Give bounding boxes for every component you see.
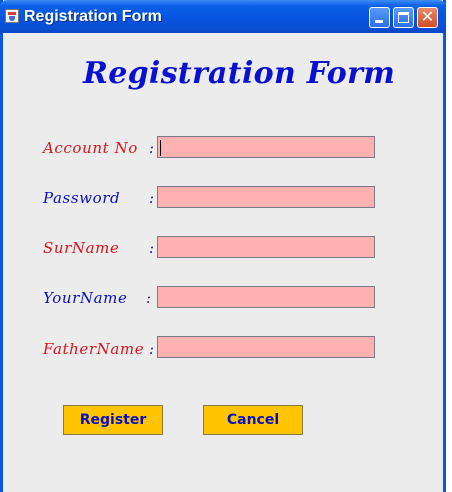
title-bar[interactable]: Registration Form ✕ — [0, 0, 446, 33]
account-no-colon: : — [149, 139, 155, 157]
account-no-field[interactable] — [157, 136, 375, 158]
cancel-button[interactable]: Cancel — [203, 405, 303, 435]
password-field[interactable] — [157, 186, 375, 208]
text-caret — [160, 140, 161, 156]
maximize-button[interactable] — [393, 7, 414, 28]
yourname-label: YourName — [43, 289, 128, 307]
surname-colon: : — [149, 239, 155, 257]
java-cup-icon[interactable] — [5, 9, 19, 23]
minimize-icon — [375, 20, 383, 23]
password-colon: : — [149, 189, 155, 207]
fathername-label: FatherName — [43, 340, 145, 358]
window-title: Registration Form — [24, 8, 162, 25]
fathername-colon: : — [149, 340, 155, 358]
yourname-field[interactable] — [157, 286, 375, 308]
registration-window: Registration Form ✕ Registration Form Ac… — [0, 0, 446, 492]
yourname-colon: : — [146, 289, 152, 307]
close-button[interactable]: ✕ — [417, 7, 438, 28]
form-heading: Registration Form — [83, 56, 396, 91]
fathername-field[interactable] — [157, 336, 375, 358]
surname-field[interactable] — [157, 236, 375, 258]
minimize-button[interactable] — [369, 7, 390, 28]
close-icon: ✕ — [420, 7, 435, 26]
maximize-icon — [398, 12, 409, 23]
account-no-label: Account No — [43, 139, 138, 157]
register-button[interactable]: Register — [63, 405, 163, 435]
password-label: Password — [43, 189, 121, 207]
surname-label: SurName — [43, 239, 120, 257]
